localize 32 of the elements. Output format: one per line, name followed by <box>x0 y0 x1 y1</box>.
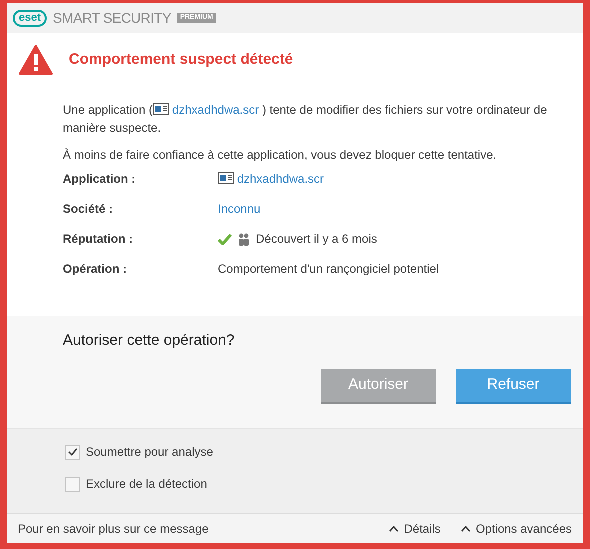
caret-icon <box>460 526 471 532</box>
option-label: Exclure de la détection <box>86 476 208 493</box>
caret-icon <box>389 526 400 532</box>
file-icon <box>218 172 234 184</box>
reputation-text: Découvert il y a 6 mois <box>256 231 378 248</box>
company-link[interactable]: Inconnu <box>218 200 261 218</box>
warning-icon <box>19 45 53 75</box>
learn-more-link[interactable]: Pour en savoir plus sur ce message <box>18 520 370 538</box>
product-name: SMART SECURITY <box>53 8 172 28</box>
file-link[interactable]: dzhxadhdwa.scr <box>218 170 324 188</box>
expand-toggle[interactable]: Options avancées <box>460 520 572 538</box>
question-text: Autoriser cette opération? <box>63 331 236 351</box>
advice-text: À moins de faire confiance à cette application, vous devez bloquer cette tentative. <box>63 147 498 164</box>
option-label: Soumettre pour analyse <box>86 444 214 461</box>
detail-value: Comportement d'un rançongiciel potentiel <box>218 261 440 278</box>
file-link[interactable]: dzhxadhdwa.scr <box>153 103 260 117</box>
refuse-button[interactable]: Refuser <box>456 368 571 404</box>
check-icon <box>218 234 232 244</box>
checkbox[interactable] <box>65 476 80 492</box>
logo: eset <box>13 10 48 26</box>
detail-label: Réputation : <box>63 231 134 248</box>
allow-button[interactable]: Autoriser <box>321 368 436 404</box>
message-text: Une application ( dzhxadhdwa.scr ) tente de modifier des fichiers sur votre ordinateur de manière suspecte. <box>63 102 548 137</box>
detail-label: Opération : <box>63 261 128 278</box>
users-icon <box>238 232 250 246</box>
detail-label: Société : <box>63 201 114 218</box>
expand-toggle[interactable]: Détails <box>389 520 441 538</box>
detail-label: Application : <box>63 171 137 188</box>
file-icon <box>153 103 170 115</box>
checkbox[interactable] <box>65 444 80 460</box>
checkmark-icon <box>68 448 78 456</box>
alert-title: Comportement suspect détecté <box>69 50 294 70</box>
